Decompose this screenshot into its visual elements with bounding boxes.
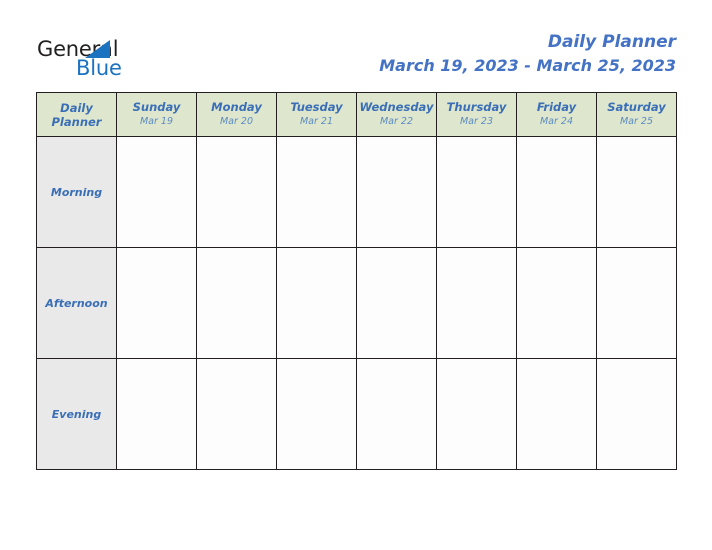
day-header-sunday: Sunday Mar 19	[116, 92, 197, 137]
day-header-thursday: Thursday Mar 23	[436, 92, 517, 137]
date-range-subtitle: March 19, 2023 - March 25, 2023	[379, 56, 676, 75]
row-label-morning: Morning	[36, 136, 117, 248]
day-name: Sunday	[132, 100, 181, 114]
slot-morning-sunday[interactable]	[116, 136, 197, 248]
weekly-planner-table: Daily Planner Sunday Mar 19 Monday Mar 2…	[36, 92, 677, 470]
day-date: Mar 20	[219, 116, 254, 127]
slot-afternoon-thursday[interactable]	[436, 247, 517, 359]
title-block: Daily Planner March 19, 2023 - March 25,…	[379, 31, 676, 77]
planner-header-row: Daily Planner Sunday Mar 19 Monday Mar 2…	[36, 92, 677, 137]
day-date: Mar 23	[459, 116, 494, 127]
day-header-wednesday: Wednesday Mar 22	[356, 92, 437, 137]
slot-evening-friday[interactable]	[516, 358, 597, 470]
slot-morning-friday[interactable]	[516, 136, 597, 248]
page-header: General Blue Daily Planner March 19, 202…	[0, 0, 712, 88]
row-label-evening: Evening	[36, 358, 117, 470]
planner-table-body: Morning Afternoon Evening	[36, 136, 677, 470]
slot-morning-tuesday[interactable]	[276, 136, 357, 248]
slot-afternoon-monday[interactable]	[196, 247, 277, 359]
day-date: Mar 21	[299, 116, 334, 127]
slot-morning-wednesday[interactable]	[356, 136, 437, 248]
slot-morning-saturday[interactable]	[596, 136, 677, 248]
slot-evening-saturday[interactable]	[596, 358, 677, 470]
slot-afternoon-sunday[interactable]	[116, 247, 197, 359]
slot-afternoon-saturday[interactable]	[596, 247, 677, 359]
day-name: Tuesday	[290, 100, 343, 114]
daily-planner-page: General Blue Daily Planner March 19, 202…	[0, 0, 712, 550]
day-name: Thursday	[446, 100, 507, 114]
day-name: Saturday	[607, 100, 666, 114]
slot-evening-wednesday[interactable]	[356, 358, 437, 470]
slot-evening-monday[interactable]	[196, 358, 277, 470]
slot-evening-thursday[interactable]	[436, 358, 517, 470]
day-name: Friday	[536, 100, 577, 114]
day-name: Wednesday	[359, 100, 434, 114]
generalblue-logo[interactable]: General Blue	[37, 38, 207, 82]
slot-evening-sunday[interactable]	[116, 358, 197, 470]
day-header-monday: Monday Mar 20	[196, 92, 277, 137]
slot-afternoon-friday[interactable]	[516, 247, 597, 359]
corner-header-cell: Daily Planner	[36, 92, 117, 137]
page-title: Daily Planner	[547, 32, 676, 52]
day-date: Mar 25	[619, 116, 654, 127]
day-header-friday: Friday Mar 24	[516, 92, 597, 137]
day-date: Mar 24	[539, 116, 574, 127]
planner-table-wrapper: Daily Planner Sunday Mar 19 Monday Mar 2…	[36, 92, 677, 470]
planner-table-head: Daily Planner Sunday Mar 19 Monday Mar 2…	[36, 92, 677, 137]
slot-evening-tuesday[interactable]	[276, 358, 357, 470]
logo-text-blue: Blue	[76, 56, 122, 80]
slot-morning-monday[interactable]	[196, 136, 277, 248]
day-header-tuesday: Tuesday Mar 21	[276, 92, 357, 137]
planner-row-morning: Morning	[36, 136, 677, 248]
corner-label-line2: Planner	[51, 114, 102, 129]
slot-morning-thursday[interactable]	[436, 136, 517, 248]
slot-afternoon-tuesday[interactable]	[276, 247, 357, 359]
planner-row-evening: Evening	[36, 358, 677, 470]
row-label-afternoon: Afternoon	[36, 247, 117, 359]
day-date: Mar 22	[379, 116, 414, 127]
corner-label-line1: Daily	[60, 100, 93, 115]
day-date: Mar 19	[139, 116, 174, 127]
day-name: Monday	[211, 100, 262, 114]
planner-row-afternoon: Afternoon	[36, 247, 677, 359]
slot-afternoon-wednesday[interactable]	[356, 247, 437, 359]
day-header-saturday: Saturday Mar 25	[596, 92, 677, 137]
